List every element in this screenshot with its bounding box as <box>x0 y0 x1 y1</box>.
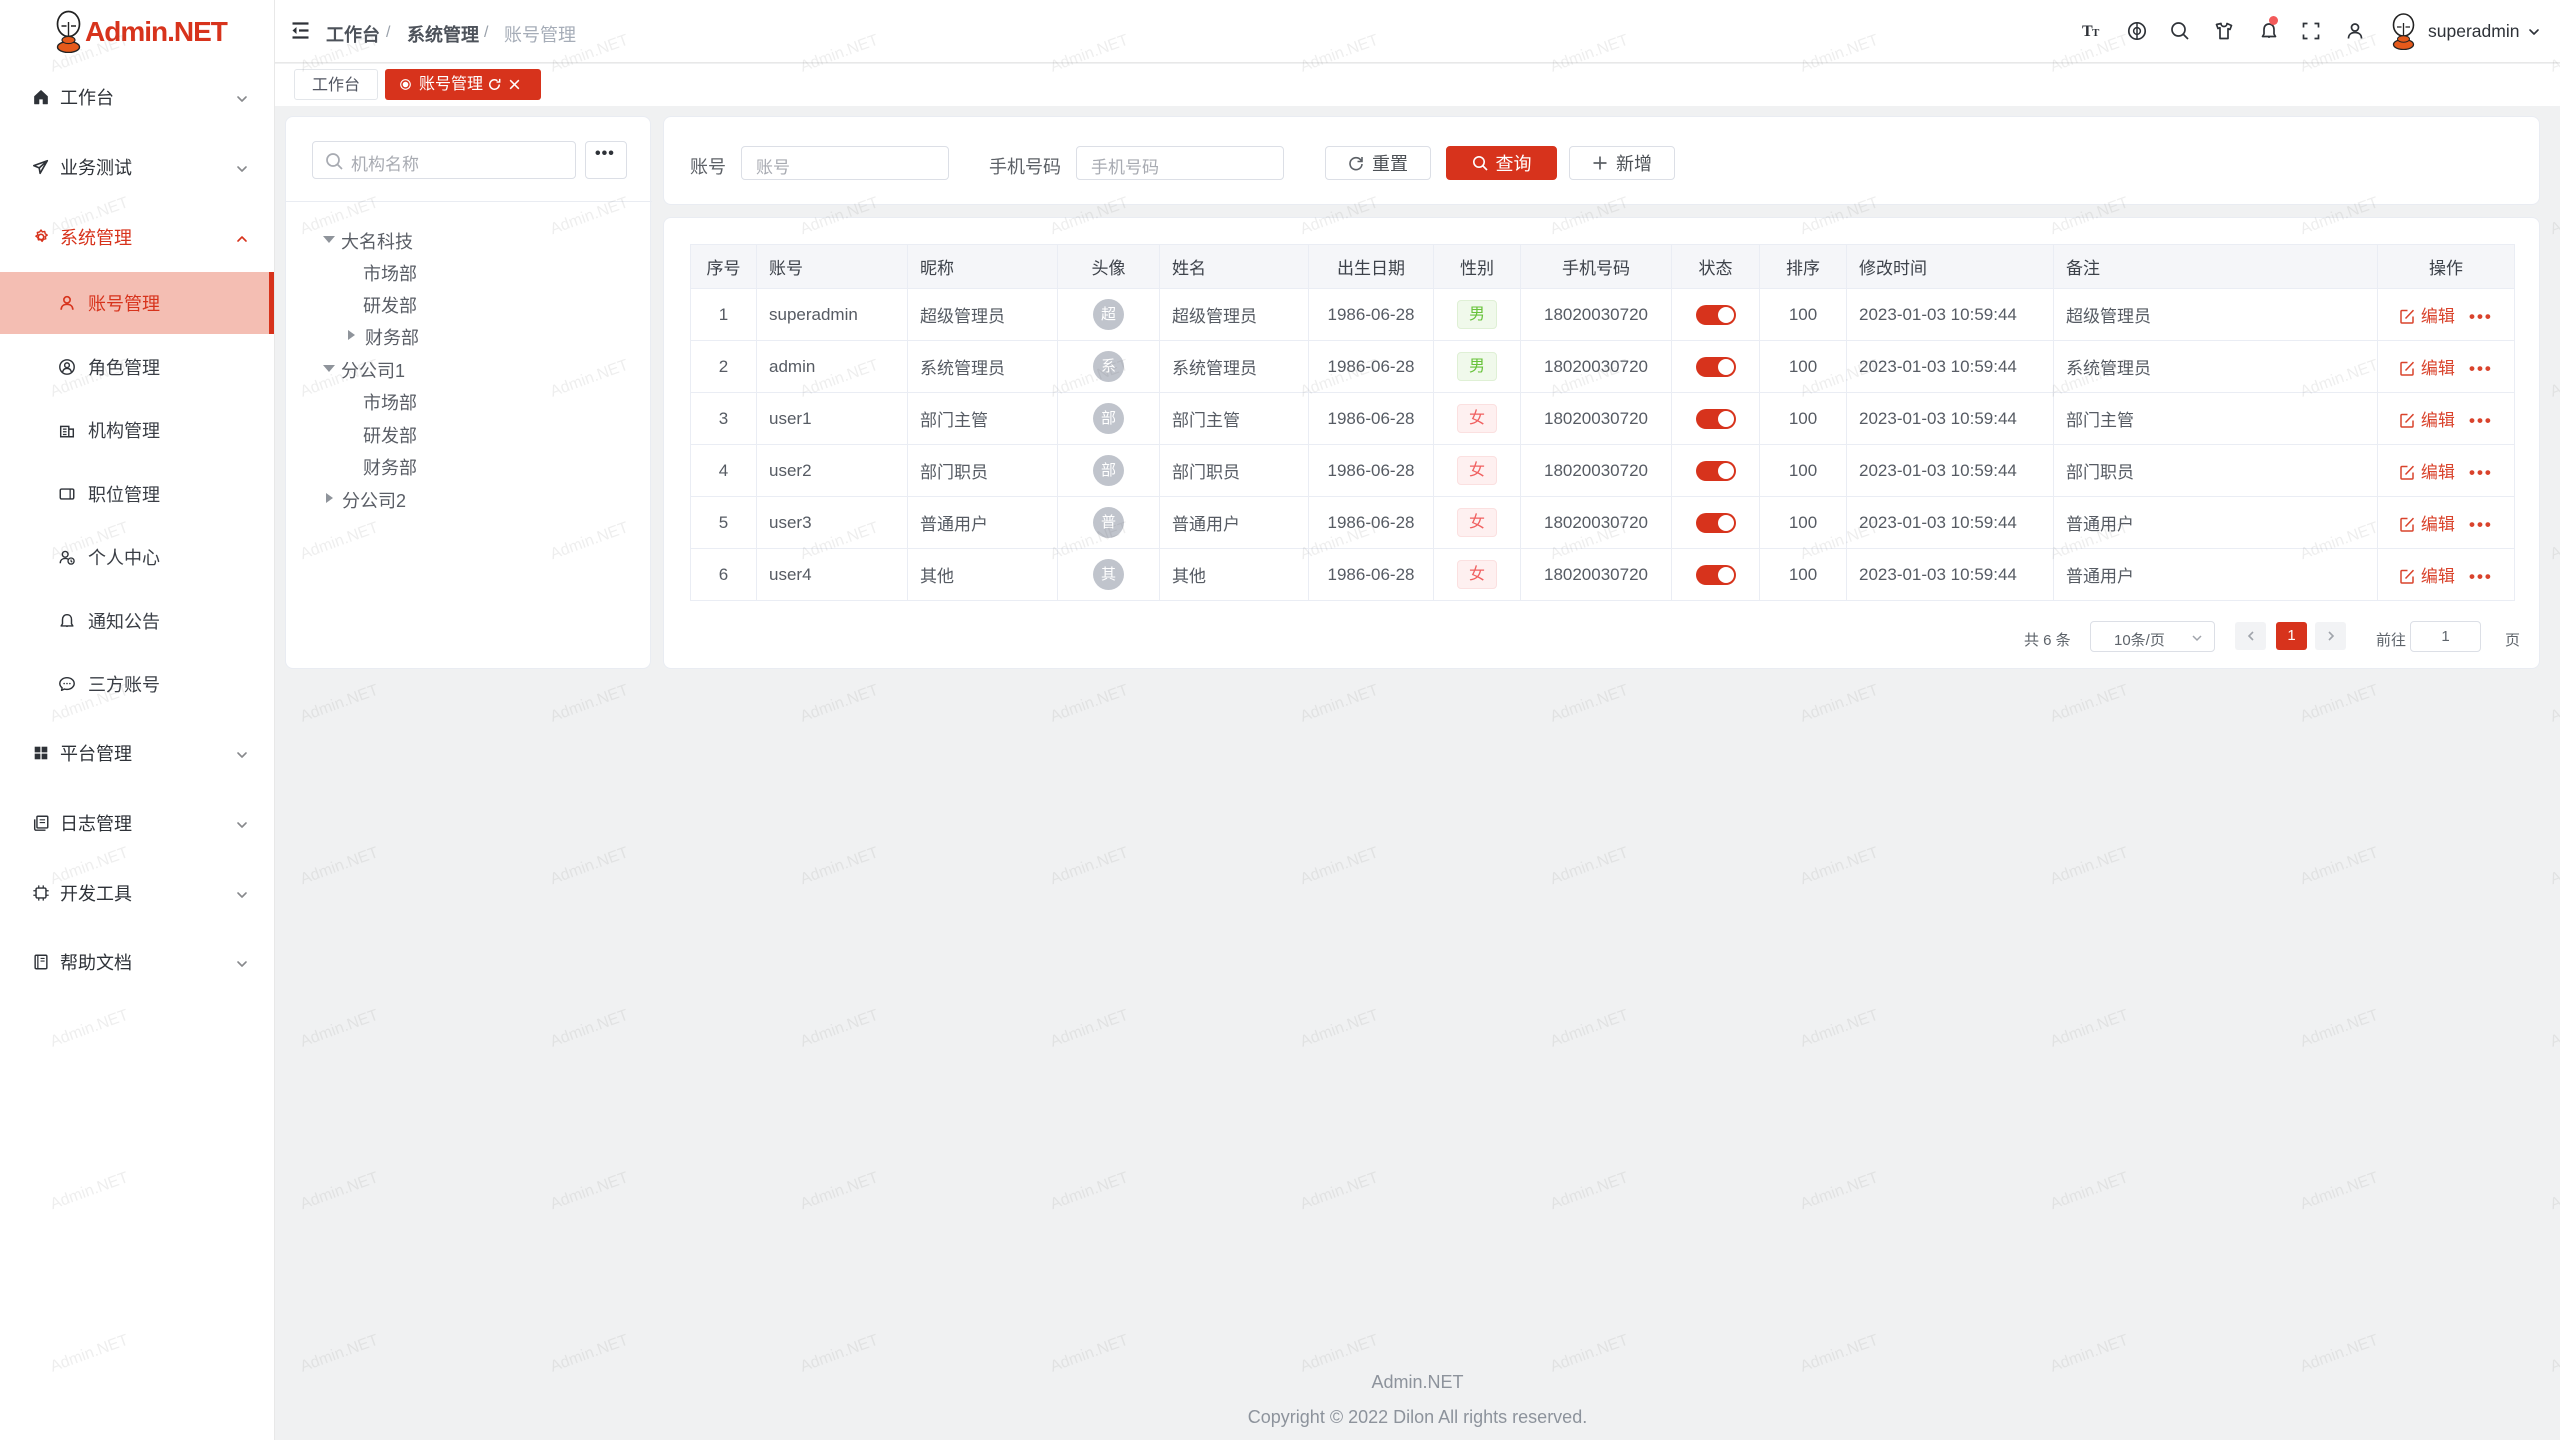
svg-text:T: T <box>2092 27 2100 39</box>
